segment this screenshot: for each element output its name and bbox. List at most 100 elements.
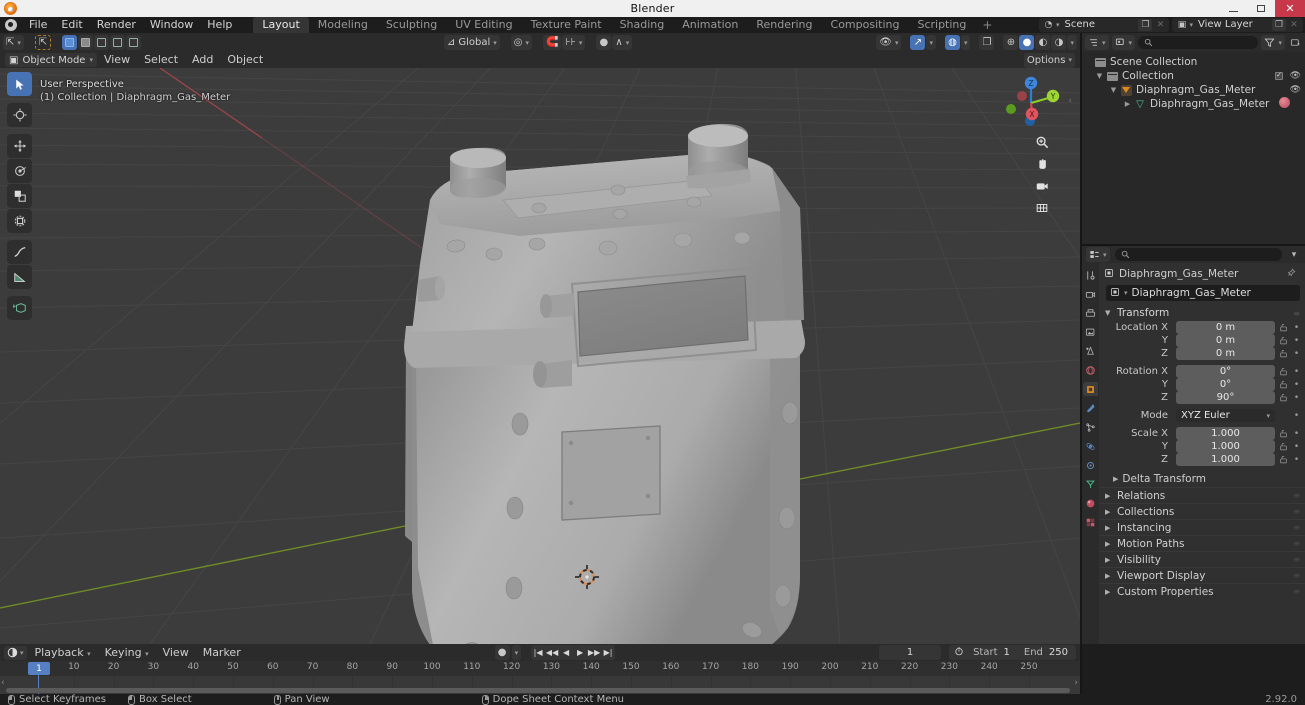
outliner-tree[interactable]: Scene Collection ▼ Collection 👁 ▼ Diaphr… [1082,52,1305,244]
object-name-field[interactable]: ▾ Diaphragm_Gas_Meter [1106,285,1300,301]
lock-icon[interactable] [1278,349,1289,358]
outliner-row-object[interactable]: ▼ Diaphragm_Gas_Meter 👁 [1082,83,1305,97]
snap-toggle-button[interactable]: 🧲 [543,35,562,50]
select-box-button[interactable] [62,35,78,50]
tab-view-layer[interactable] [1083,325,1098,339]
property-select[interactable]: XYZ Euler ▾ [1176,409,1275,422]
overlay-options-selector[interactable]: ▾ [960,35,971,50]
menu-help[interactable]: Help [200,17,239,33]
timeline-menu-marker[interactable]: Marker [197,644,247,661]
animate-property-dot-icon[interactable]: • [1292,367,1301,377]
property-number-field[interactable]: 0 m [1176,321,1275,334]
viewport-menu-view[interactable]: View [97,52,137,68]
current-frame-field[interactable]: 1 [879,645,942,660]
expand-triangle-icon[interactable]: ▼ [1094,72,1105,80]
property-number-field[interactable]: 90° [1176,391,1275,404]
tab-constraints[interactable] [1083,458,1098,472]
tool-scale-icon[interactable] [7,184,32,208]
property-number-field[interactable]: 0 m [1176,347,1275,360]
outliner-filter-button[interactable]: ▾ [1261,35,1285,50]
timeline-editor-type-selector[interactable]: ▾ [4,645,27,660]
tab-object[interactable] [1083,382,1098,396]
select-invert-button[interactable] [110,35,126,50]
viewport-menu-select[interactable]: Select [137,52,185,68]
animate-property-dot-icon[interactable]: • [1292,411,1301,421]
animate-property-dot-icon[interactable]: • [1292,349,1301,359]
unlink-scene-button[interactable]: ✕ [1153,19,1167,31]
tweak-mode-button[interactable]: ⇱ [34,35,52,50]
jump-to-end-button[interactable]: ▶| [601,645,615,660]
animate-property-dot-icon[interactable]: • [1292,393,1301,403]
proportional-falloff-selector[interactable]: ∧ ▾ [612,35,633,50]
play-button[interactable]: ▶ [573,645,587,660]
panel-viewport-display[interactable]: ▶ Viewport Display ≡ [1099,567,1305,583]
viewport-options-selector[interactable]: Options ▾ [1023,52,1075,68]
shading-solid-button[interactable]: ● [1019,35,1035,50]
select-intersect-button[interactable] [126,35,142,50]
property-number-field[interactable]: 0° [1176,378,1275,391]
timeline-body[interactable]: ‹ › 110203040506070809010011012013014015… [0,661,1080,694]
property-number-field[interactable]: 1.000 [1176,440,1275,453]
lock-icon[interactable] [1278,323,1289,332]
view-layer-selector[interactable]: ▣ ▾ View Layer ❐ ✕ [1172,18,1303,32]
workspace-tab-uv-editing[interactable]: UV Editing [446,17,521,33]
next-keyframe-button[interactable]: ▶▶ [587,645,601,660]
property-number-field[interactable]: 1.000 [1176,453,1275,466]
auto-keying-button[interactable]: ● [494,645,510,660]
panel-custom-properties[interactable]: ▶ Custom Properties ≡ [1099,583,1305,599]
eye-icon[interactable]: 👁 [1290,85,1301,95]
keying-popover-button[interactable]: ▾ [511,645,522,660]
menu-window[interactable]: Window [143,17,200,33]
proportional-edit-toggle[interactable]: ● [596,35,612,50]
animate-property-dot-icon[interactable]: • [1292,380,1301,390]
add-workspace-button[interactable]: + [975,17,999,33]
shading-options-selector[interactable]: ▾ [1067,35,1077,50]
grid-ortho-icon[interactable] [1034,200,1050,216]
blender-menu-icon[interactable] [0,17,22,33]
lock-icon[interactable] [1278,393,1289,402]
select-subtract-button[interactable] [94,35,110,50]
tool-measure-icon[interactable] [7,265,32,289]
viewport-menu-object[interactable]: Object [220,52,270,68]
gizmo-toggle-button[interactable]: ↗ [910,35,926,50]
minimize-button[interactable] [1219,0,1247,17]
remove-view-layer-button[interactable]: ✕ [1287,19,1301,31]
workspace-tab-animation[interactable]: Animation [673,17,747,33]
tool-move-icon[interactable] [7,134,32,158]
tab-render[interactable] [1083,287,1098,301]
delta-transform-subpanel[interactable]: ▶ Delta Transform [1099,471,1305,487]
tool-cursor-icon[interactable] [7,103,32,127]
frame-end-value[interactable]: 250 [1047,647,1076,658]
animate-property-dot-icon[interactable]: • [1292,455,1301,465]
interaction-mode-selector[interactable]: ▣ Object Mode ▾ [5,53,97,67]
tab-object-data[interactable] [1083,477,1098,491]
outliner-row-collection[interactable]: ▼ Collection 👁 [1082,69,1305,83]
outliner-display-mode-selector[interactable]: ▾ [1111,35,1136,50]
outliner-new-collection-icon[interactable] [1288,36,1302,49]
tab-world[interactable] [1083,363,1098,377]
timeline-scroll-right-icon[interactable]: › [1074,678,1078,688]
lock-icon[interactable] [1278,336,1289,345]
workspace-tab-scripting[interactable]: Scripting [908,17,975,33]
collection-checkbox[interactable] [1274,71,1283,80]
shading-wireframe-button[interactable]: ⊕ [1003,35,1019,50]
shading-material-button[interactable]: ◐ [1035,35,1051,50]
pivot-point-selector[interactable]: ◎ ▾ [510,35,532,50]
timeline-scroll-left-icon[interactable]: ‹ [1,678,5,688]
tool-transform-icon[interactable] [7,209,32,233]
properties-editor-type-selector[interactable]: ▾ [1086,247,1110,262]
gizmo-options-selector[interactable]: ▾ [926,35,936,50]
select-extend-button[interactable] [78,35,94,50]
panel-relations[interactable]: ▶ Relations ≡ [1099,487,1305,503]
tab-output[interactable] [1083,306,1098,320]
panel-motion-paths[interactable]: ▶ Motion Paths ≡ [1099,535,1305,551]
tool-annotate-icon[interactable] [7,240,32,264]
tab-scene[interactable] [1083,344,1098,358]
panel-collections[interactable]: ▶ Collections ≡ [1099,503,1305,519]
zoom-icon[interactable] [1034,134,1050,150]
lock-icon[interactable] [1278,455,1289,464]
maximize-button[interactable] [1247,0,1275,17]
workspace-tab-modeling[interactable]: Modeling [309,17,377,33]
workspace-tab-layout[interactable]: Layout [253,17,309,33]
viewport-visibility-selector[interactable]: 👁 ▾ [876,35,902,50]
